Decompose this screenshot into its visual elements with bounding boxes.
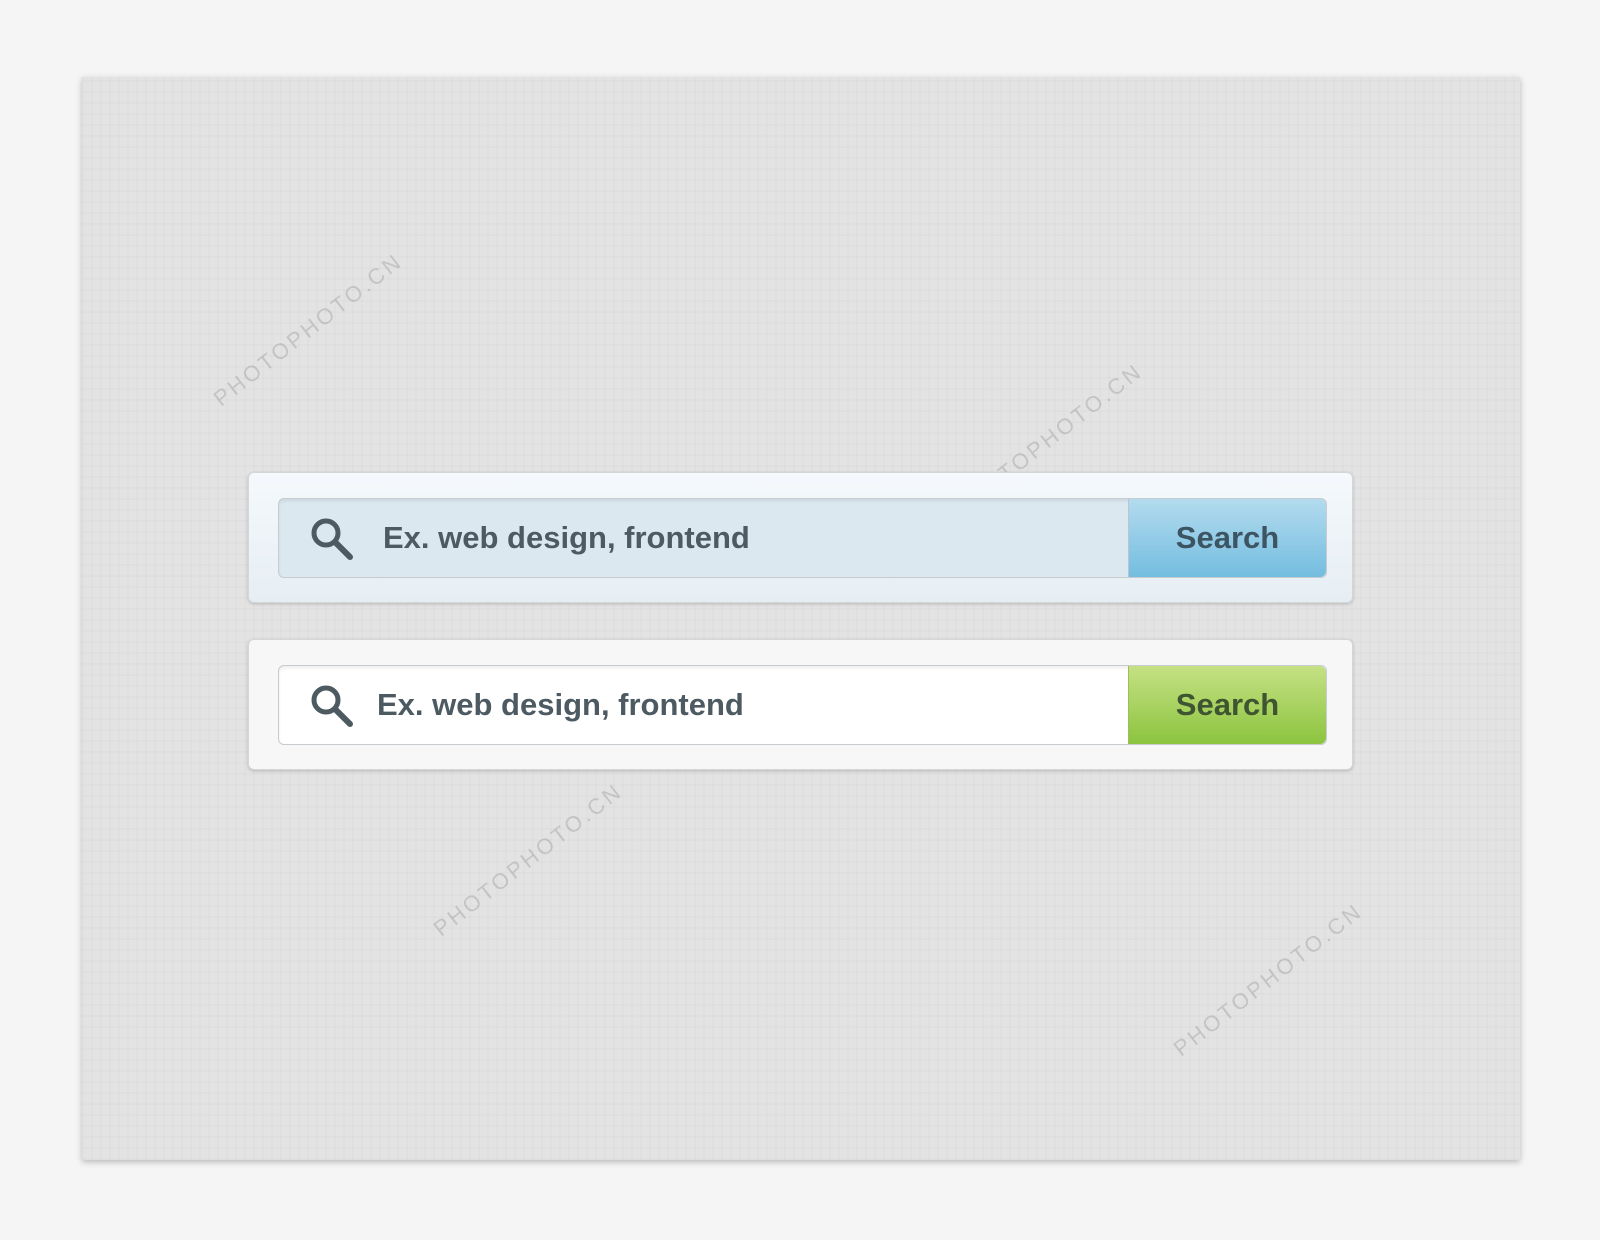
search-field: Search bbox=[278, 498, 1327, 578]
search-panel-green: Search bbox=[248, 639, 1353, 770]
search-icon bbox=[311, 518, 353, 560]
background-canvas: PHOTOPHOTO.CN PHOTOPHOTO.CN PHOTOPHOTO.C… bbox=[82, 77, 1520, 1160]
search-panel-blue: Search bbox=[248, 472, 1353, 603]
search-input[interactable] bbox=[377, 666, 1097, 744]
watermark: PHOTOPHOTO.CN bbox=[208, 248, 408, 412]
search-icon bbox=[311, 685, 353, 727]
search-field: Search bbox=[278, 665, 1327, 745]
watermark: PHOTOPHOTO.CN bbox=[428, 778, 628, 942]
watermark: PHOTOPHOTO.CN bbox=[1168, 898, 1368, 1062]
search-input[interactable] bbox=[383, 499, 1103, 577]
search-button[interactable]: Search bbox=[1128, 499, 1326, 577]
search-button[interactable]: Search bbox=[1128, 666, 1326, 744]
